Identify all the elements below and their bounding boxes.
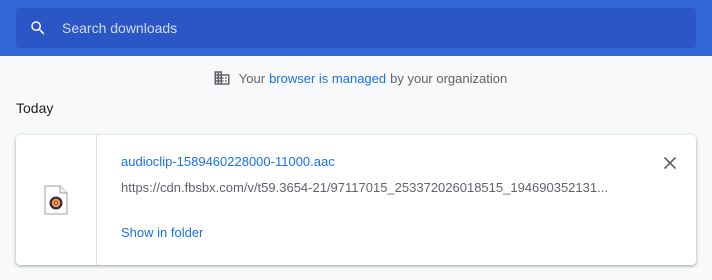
search-input[interactable] — [62, 8, 682, 48]
file-source-url: https://cdn.fbsbx.com/v/t59.3654-21/9711… — [121, 180, 608, 195]
close-icon — [663, 156, 677, 170]
show-in-folder-link[interactable]: Show in folder — [121, 225, 203, 240]
browser-managed-link[interactable]: browser is managed — [269, 71, 386, 86]
managed-suffix: by your organization — [390, 70, 508, 86]
file-icon-column — [16, 135, 97, 265]
search-icon — [31, 21, 45, 35]
remove-download-button[interactable] — [658, 151, 682, 175]
managed-prefix: Your — [238, 70, 266, 86]
date-section-title: Today — [16, 100, 54, 116]
downloads-toolbar — [0, 0, 712, 56]
managed-notice: Your browser is managed by your organiza… — [0, 68, 712, 88]
download-item: audioclip-1589460228000-11000.aac https:… — [16, 135, 696, 265]
file-name-link[interactable]: audioclip-1589460228000-11000.aac — [121, 154, 335, 169]
building-icon — [214, 71, 230, 85]
search-box[interactable] — [16, 8, 696, 48]
audio-file-icon — [44, 185, 68, 215]
